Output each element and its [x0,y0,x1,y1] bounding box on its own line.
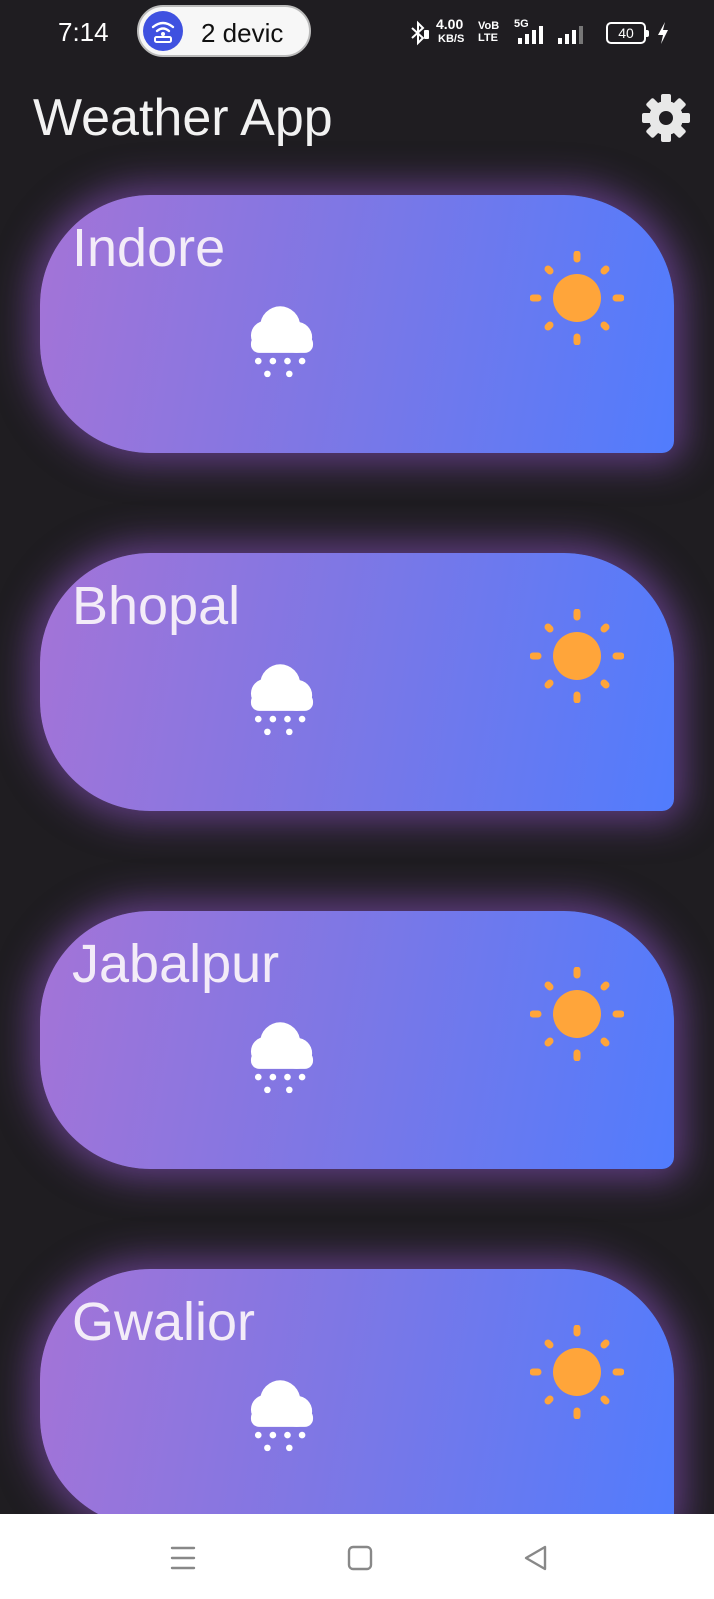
city-name: Indore [72,218,226,278]
volte-label: VoB [478,20,500,32]
sun-icon [530,609,624,703]
snow-cloud-icon [250,1380,314,1452]
speed-unit: KB/S [438,33,465,45]
sun-icon [530,967,624,1061]
back-icon[interactable] [516,1538,556,1578]
city-name: Gwalior [72,1292,256,1352]
hotspot-chip[interactable]: 2 devic [137,5,311,57]
snow-cloud-icon [250,306,314,378]
gear-icon [642,94,690,142]
menu-icon[interactable] [163,1538,203,1578]
signal-icon [516,22,548,51]
status-time: 7:14 [58,17,109,47]
status-icons: 4.00 KB/S VoB LTE 5G 40 [411,16,676,51]
battery-icon: 40 [606,22,649,44]
snow-cloud-icon [250,1022,314,1094]
snow-cloud-icon [250,664,314,736]
city-name: Jabalpur [72,934,280,994]
sun-icon [530,1325,624,1419]
city-card[interactable]: Indore [40,195,674,453]
charging-icon [656,21,670,50]
settings-button[interactable] [640,92,692,144]
home-icon[interactable] [340,1538,380,1578]
sun-icon [530,251,624,345]
lte-label: LTE [478,32,498,44]
city-name: Bhopal [72,576,241,636]
bluetooth-icon [408,20,430,51]
city-card[interactable]: Gwalior [40,1269,674,1527]
city-card[interactable]: Jabalpur [40,911,674,1169]
hotspot-label: 2 devic [201,18,284,48]
hotspot-icon [143,11,183,51]
signal-icon [556,22,588,51]
status-bar: 7:14 2 devic 4.00 KB/S VoB LTE 5G 40 [0,0,714,64]
speed-value: 4.00 [436,16,464,32]
city-card[interactable]: Bhopal [40,553,674,811]
page-title: Weather App [33,89,333,147]
navigation-bar [0,1514,714,1599]
